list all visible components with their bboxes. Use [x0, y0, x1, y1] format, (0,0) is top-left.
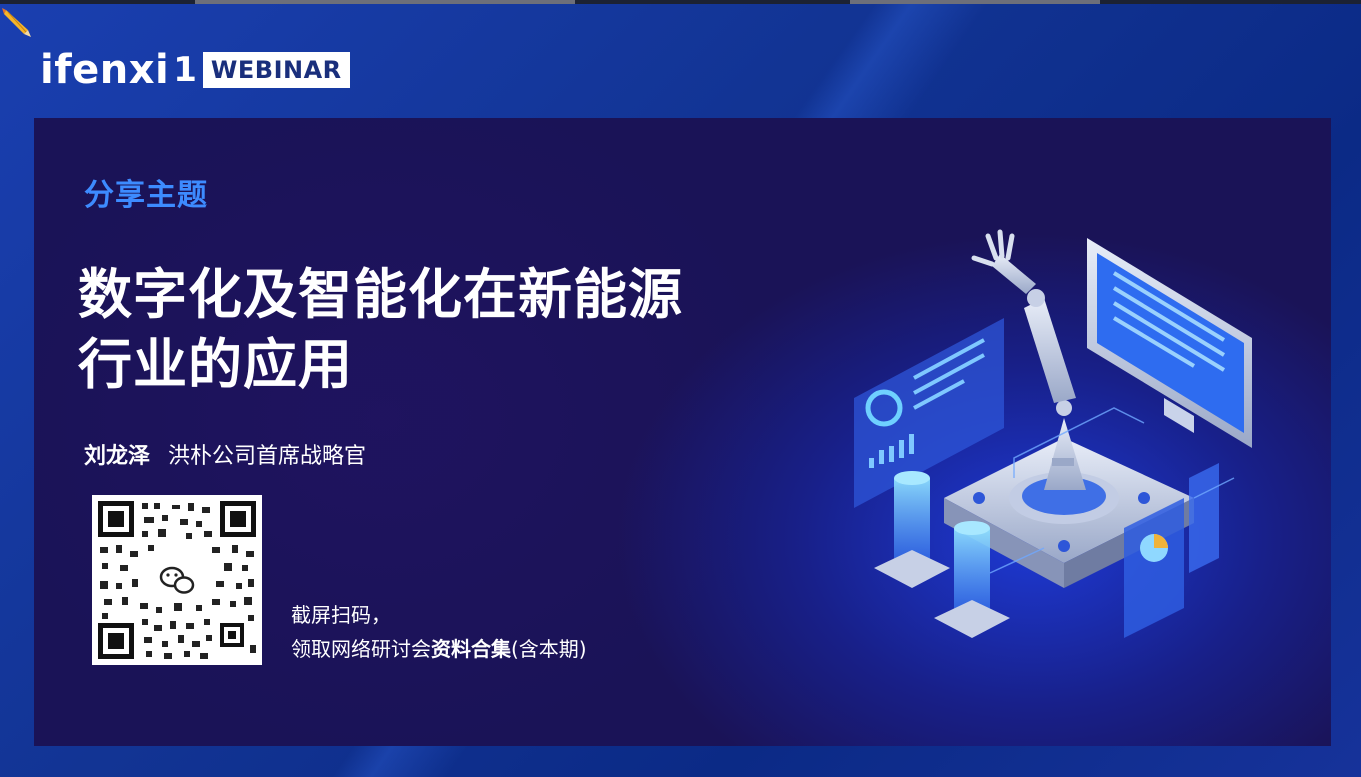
caption-line-2: 领取网络研讨会资料合集(含本期) [291, 632, 587, 666]
speaker-role: 洪朴公司首席战略官 [168, 444, 367, 469]
slide-title-line-1: 数字化及智能化在新能源 [78, 263, 683, 326]
ifenxi-webinar-logo: ifenxi 1 WEBINAR [40, 45, 350, 95]
speaker-name: 刘龙泽 [84, 444, 151, 469]
slide-title-line-2: 行业的应用 [78, 333, 353, 396]
top-video-strip [0, 0, 1361, 4]
qr-code-icon[interactable] [92, 495, 262, 665]
robot-arm-illustration [814, 228, 1254, 648]
slide-title: 数字化及智能化在新能源 行业的应用 [78, 260, 798, 400]
section-label: 分享主题 [84, 178, 208, 213]
slide-panel: 分享主题 数字化及智能化在新能源 行业的应用 刘龙泽 洪朴公司首席战略官 截屏扫… [34, 118, 1331, 746]
caption-line-2-bold: 资料合集 [431, 637, 511, 661]
logo-brand-text: ifenxi [40, 47, 170, 93]
logo-suffix: 1 [173, 50, 197, 90]
pencil-icon[interactable] [2, 8, 32, 38]
caption-line-1: 截屏扫码， [291, 603, 391, 627]
scan-caption: 截屏扫码， 领取网络研讨会资料合集(含本期) [291, 598, 587, 666]
caption-line-2-prefix: 领取网络研讨会 [291, 637, 431, 661]
caption-line-2-suffix: (含本期) [511, 637, 587, 661]
logo-webinar-badge: WEBINAR [202, 52, 350, 88]
speaker-info: 刘龙泽 洪朴公司首席战略官 [84, 438, 366, 470]
